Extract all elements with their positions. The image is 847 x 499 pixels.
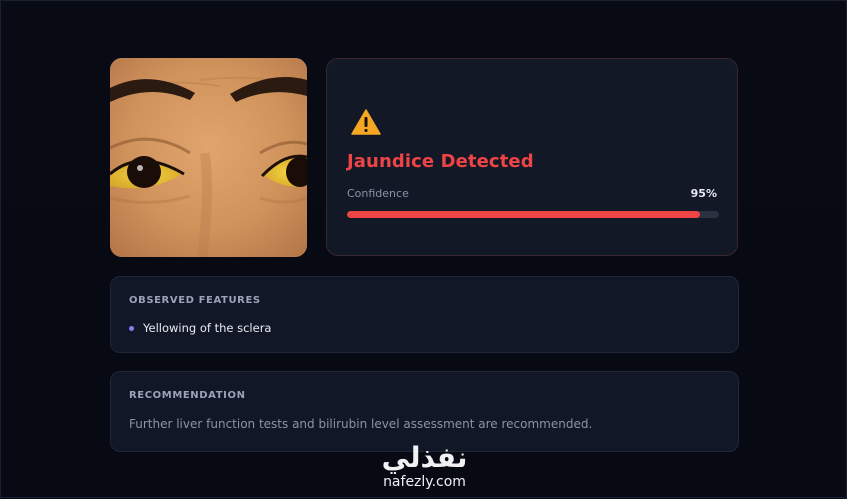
recommendation-heading: RECOMMENDATION (129, 390, 246, 401)
bullet-dot-icon (129, 325, 134, 331)
observed-features-card: OBSERVED FEATURES Yellowing of the scler… (110, 276, 739, 353)
confidence-bar-fill (347, 211, 701, 218)
result-title: Jaundice Detected (347, 151, 534, 172)
eye-photo (110, 58, 307, 257)
recommendation-text: Further liver function tests and bilirub… (129, 417, 593, 431)
app-frame: Jaundice Detected Confidence 95% OBSERVE… (0, 0, 847, 498)
confidence-value: 95% (690, 187, 717, 200)
warning-triangle-icon (351, 109, 381, 135)
result-card: Jaundice Detected Confidence 95% (326, 58, 738, 256)
watermark-url: nafezly.com (383, 474, 466, 490)
confidence-bar (347, 211, 719, 218)
feature-list-item: Yellowing of the sclera (129, 321, 271, 335)
feature-text: Yellowing of the sclera (143, 321, 272, 335)
observed-features-heading: OBSERVED FEATURES (129, 295, 261, 306)
confidence-label: Confidence (347, 187, 409, 200)
recommendation-card: RECOMMENDATION Further liver function te… (110, 371, 739, 452)
